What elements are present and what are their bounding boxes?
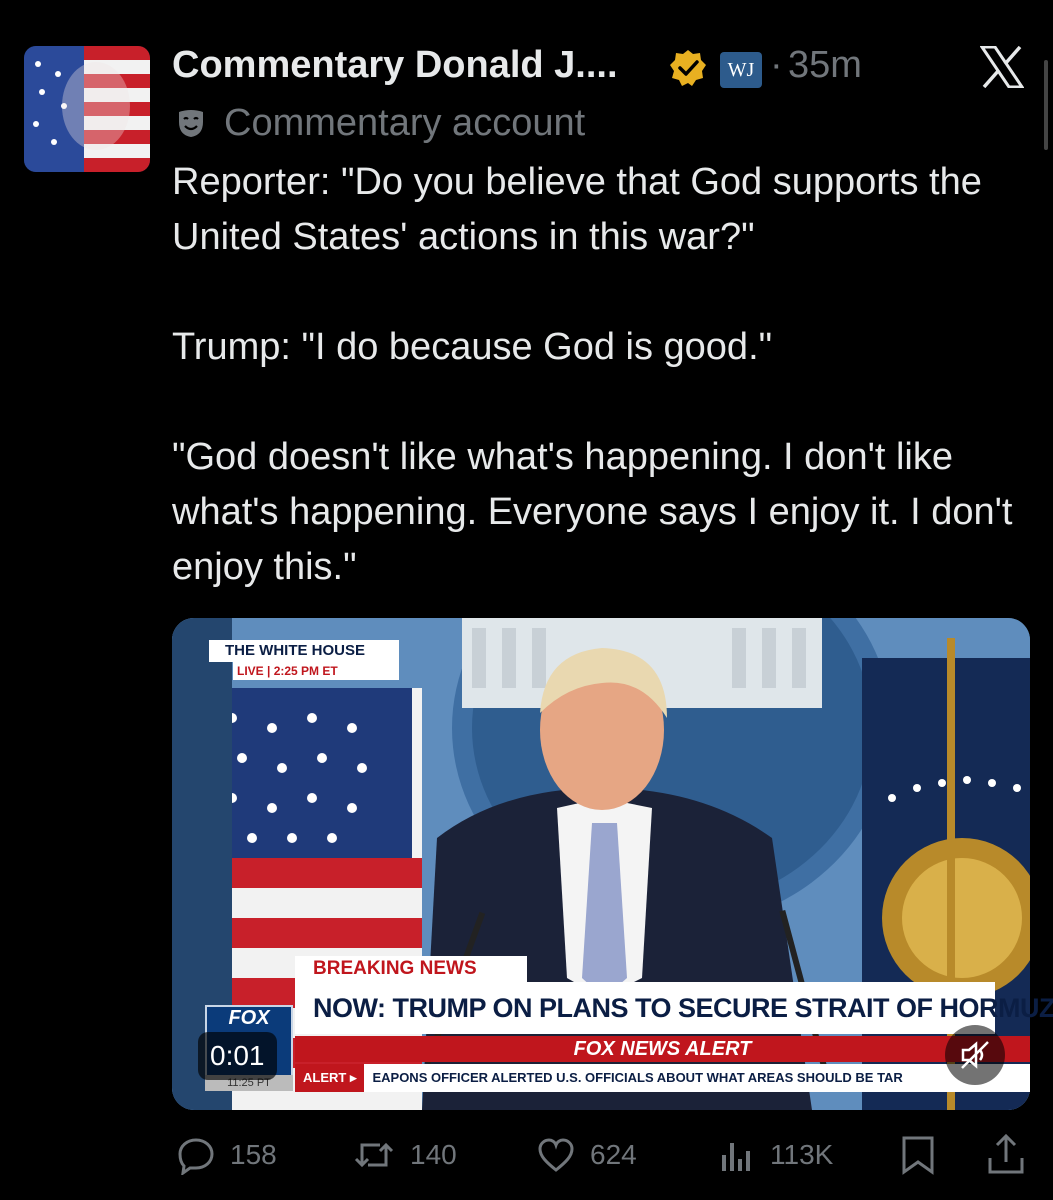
reply-icon	[178, 1138, 214, 1175]
news-ticker: ALERT ▸ EAPONS OFFICER ALERTED U.S. OFFIC…	[295, 1064, 1030, 1092]
live-bug: THE WHITE HOUSE LIVE | 2:25 PM ET	[209, 640, 399, 682]
like-count: 624	[590, 1139, 637, 1170]
repost-count: 140	[410, 1139, 457, 1170]
share-icon	[988, 1133, 1024, 1174]
ticker-text: EAPONS OFFICER ALERTED U.S. OFFICIALS AB…	[372, 1070, 903, 1085]
account-type-label: Commentary account	[224, 102, 586, 144]
views-button[interactable]: 113K	[716, 1130, 833, 1180]
post-text-paragraph: Trump: "I do because God is good."	[172, 326, 773, 368]
bookmark-button[interactable]	[898, 1134, 938, 1181]
like-button[interactable]: 624	[536, 1130, 637, 1180]
mute-button[interactable]	[945, 1025, 1005, 1085]
share-button[interactable]	[986, 1132, 1026, 1181]
bookmark-icon	[902, 1136, 934, 1175]
author-name[interactable]: Commentary Donald J....	[172, 44, 618, 87]
x-logo-icon[interactable]	[979, 45, 1025, 89]
commentary-mask-icon	[176, 108, 206, 138]
verified-gold-icon[interactable]	[668, 48, 708, 88]
breaking-news-label: BREAKING NEWS	[295, 956, 527, 982]
post-text-paragraph: Reporter: "Do you believe that God suppo…	[172, 161, 982, 258]
mute-icon	[961, 1041, 989, 1069]
breaking-text: BREAKING	[313, 958, 420, 979]
scrollbar[interactable]	[1044, 60, 1048, 150]
reply-button[interactable]: 158	[176, 1130, 277, 1180]
ticker-tag: ALERT ▸	[295, 1064, 365, 1092]
affiliate-badge[interactable]: WJ	[720, 52, 762, 88]
views-icon	[722, 1143, 750, 1171]
live-bug-time: LIVE | 2:25 PM ET	[233, 662, 399, 680]
live-bug-title: THE WHITE HOUSE	[209, 640, 399, 662]
like-icon	[538, 1138, 574, 1172]
news-text: NEWS	[419, 958, 477, 979]
separator-dot: ·	[770, 44, 783, 86]
post-text-paragraph: "God doesn't like what's happening. I do…	[172, 436, 1013, 588]
avatar[interactable]	[24, 46, 150, 172]
repost-button[interactable]: 140	[352, 1130, 457, 1180]
reply-count: 158	[230, 1139, 277, 1170]
chyron-headline: NOW: TRUMP ON PLANS TO SECURE STRAIT OF …	[295, 982, 1053, 1034]
fox-news-alert-band: FOX NEWS ALERT	[295, 1036, 1030, 1062]
post-time[interactable]: 35m	[788, 44, 862, 87]
video-timestamp: 0:01	[198, 1032, 277, 1080]
view-count: 113K	[770, 1139, 834, 1170]
repost-icon	[354, 1142, 394, 1168]
